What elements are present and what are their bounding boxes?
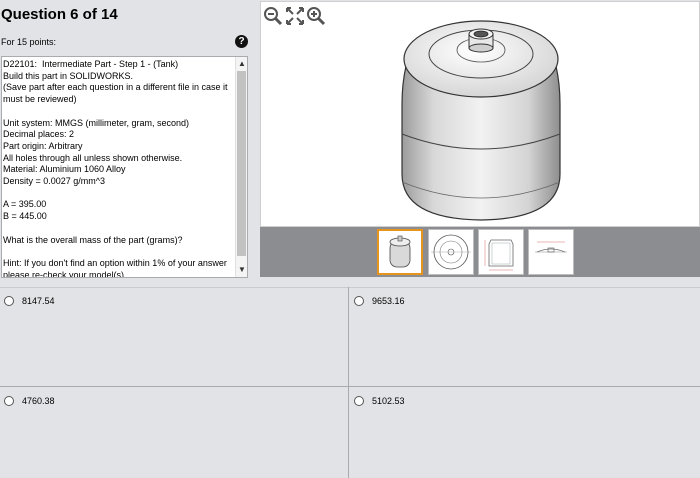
answer-label: 8147.54: [22, 296, 55, 306]
thumbnail-section-view[interactable]: [478, 229, 524, 275]
answer-label: 5102.53: [372, 396, 405, 406]
divider: [0, 287, 700, 288]
scroll-down-arrow-icon[interactable]: ▼: [236, 263, 247, 277]
model-image-area: [260, 1, 700, 227]
thumbnail-side-view[interactable]: [528, 229, 574, 275]
zoom-out-icon[interactable]: [263, 6, 283, 26]
scrollbar[interactable]: ▲ ▼: [235, 57, 247, 277]
answer-options: 8147.54 9653.16 4760.38 5102.53: [0, 287, 700, 478]
answer-option-c[interactable]: 4760.38: [4, 395, 204, 411]
answer-option-a[interactable]: 8147.54: [4, 295, 204, 311]
help-icon[interactable]: ?: [235, 35, 248, 48]
question-text-box[interactable]: D22101: Intermediate Part - Step 1 - (Ta…: [1, 56, 248, 278]
points-label: For 15 points:: [1, 37, 57, 47]
answer-label: 9653.16: [372, 296, 405, 306]
answer-label: 4760.38: [22, 396, 55, 406]
radio-button[interactable]: [4, 396, 14, 406]
answer-option-b[interactable]: 9653.16: [354, 295, 554, 311]
radio-button[interactable]: [4, 296, 14, 306]
question-title: Question 6 of 14: [1, 6, 118, 23]
radio-button[interactable]: [354, 396, 364, 406]
tank-model-image: [401, 20, 561, 221]
thumbnail-top-view[interactable]: [428, 229, 474, 275]
question-text: D22101: Intermediate Part - Step 1 - (Ta…: [3, 59, 228, 278]
model-viewer: [260, 1, 700, 277]
scroll-thumb[interactable]: [237, 71, 246, 256]
scroll-up-arrow-icon[interactable]: ▲: [236, 57, 247, 71]
radio-button[interactable]: [354, 296, 364, 306]
answer-option-d[interactable]: 5102.53: [354, 395, 554, 411]
fit-to-view-icon[interactable]: [285, 6, 305, 26]
zoom-in-icon[interactable]: [306, 6, 326, 26]
divider: [348, 287, 349, 478]
divider: [0, 386, 700, 387]
thumbnail-isometric[interactable]: [377, 229, 423, 275]
